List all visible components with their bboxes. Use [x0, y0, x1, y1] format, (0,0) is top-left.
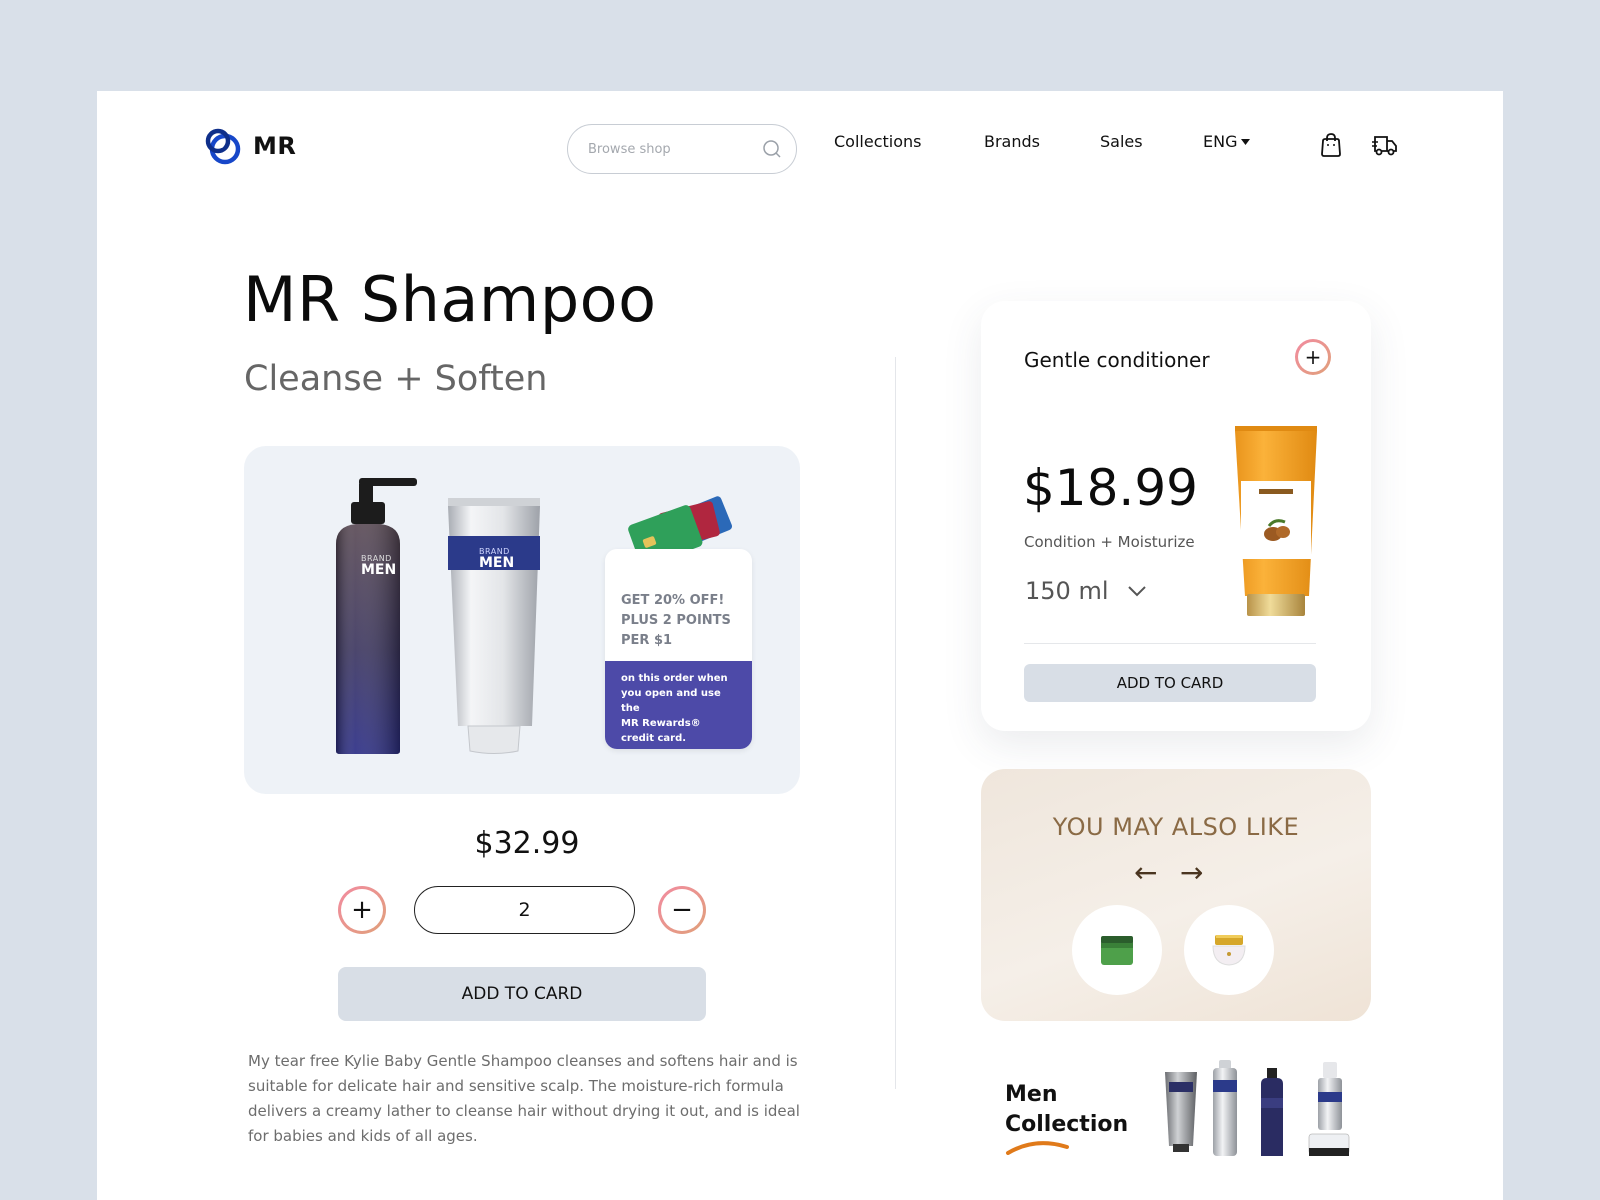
- recommended-item-green-jar[interactable]: [1072, 905, 1162, 995]
- recommended-item-cream-jar[interactable]: [1184, 905, 1274, 995]
- nav-brands[interactable]: Brands: [984, 132, 1040, 151]
- conditioner-product-image: [1235, 426, 1317, 616]
- logo[interactable]: MR: [203, 126, 296, 166]
- men-collection-line2: Collection: [1005, 1112, 1129, 1137]
- product-description: My tear free Kylie Baby Gentle Shampoo c…: [248, 1052, 800, 1145]
- shampoo-bottle-image: [336, 478, 417, 754]
- product-price: $32.99: [474, 826, 580, 861]
- delivery-truck-icon[interactable]: [1372, 132, 1398, 158]
- nav-collections[interactable]: Collections: [834, 132, 921, 151]
- arrow-left-icon[interactable]: ←: [1134, 859, 1157, 887]
- arrow-right-icon[interactable]: →: [1180, 859, 1203, 887]
- conditioner-tube-image: [448, 498, 540, 754]
- promo-detail-line: MR Rewards®: [621, 718, 701, 729]
- tube-name-label: MEN: [479, 555, 515, 571]
- caret-down-icon: [1241, 138, 1251, 145]
- bottle-name-label: MEN: [361, 562, 397, 578]
- quantity-input[interactable]: [414, 886, 635, 934]
- promo-detail-line: you open and use the: [621, 688, 721, 714]
- promo-headline-line: PER $1: [621, 633, 673, 648]
- page-card: MR Collections Brands Sales ENG MR Shamp…: [97, 91, 1503, 1200]
- recommendations-title: YOU MAY ALSO LIKE: [1052, 813, 1300, 841]
- language-label: ENG: [1203, 132, 1238, 151]
- size-selector[interactable]: 150 ml: [1025, 577, 1147, 605]
- search-input[interactable]: [588, 141, 748, 157]
- promo-detail-line: credit card.: [621, 733, 687, 744]
- minus-icon: −: [661, 889, 703, 931]
- promo-headline: GET 20% OFF! PLUS 2 POINTS PER $1: [605, 549, 752, 661]
- quantity-increase-button[interactable]: +: [338, 886, 386, 934]
- logo-mark-icon: [205, 128, 241, 165]
- conditioner-subtitle: Condition + Moisturize: [1024, 533, 1195, 551]
- cream-jar-icon: [1212, 935, 1246, 966]
- promo-headline-line: GET 20% OFF!: [621, 593, 725, 608]
- search-box[interactable]: [567, 124, 797, 174]
- product-hero-image: BRAND MEN BRAND MEN GET 20% OFF! PLUS 2 …: [244, 446, 800, 794]
- plus-icon: +: [341, 889, 383, 931]
- chevron-down-icon: [1128, 585, 1147, 596]
- promo-headline-line: PLUS 2 POINTS: [621, 613, 731, 628]
- conditioner-add-button[interactable]: +: [1295, 339, 1331, 375]
- language-selector[interactable]: ENG: [1203, 132, 1251, 151]
- conditioner-card: Gentle conditioner + $18.99 Condition + …: [981, 301, 1371, 731]
- card-divider: [1024, 643, 1316, 644]
- promo-detail: on this order when you open and use the …: [605, 661, 752, 749]
- men-collection-products-image[interactable]: [1163, 1058, 1363, 1158]
- green-jar-icon: [1101, 936, 1133, 965]
- quantity-decrease-button[interactable]: −: [658, 886, 706, 934]
- logo-text: MR: [253, 132, 297, 160]
- men-collection-title[interactable]: Men Collection: [1005, 1080, 1128, 1140]
- men-collection-line1: Men: [1005, 1082, 1058, 1107]
- conditioner-add-to-cart-button[interactable]: ADD TO CARD: [1024, 664, 1316, 702]
- product-subtitle: Cleanse + Soften: [244, 359, 548, 399]
- promo-detail-line: on this order when: [621, 673, 728, 684]
- nav-sales[interactable]: Sales: [1100, 132, 1143, 151]
- size-value: 150 ml: [1025, 577, 1109, 605]
- swoosh-underline-icon: [1006, 1141, 1069, 1155]
- conditioner-price: $18.99: [1023, 459, 1198, 517]
- column-divider: [895, 357, 896, 1089]
- shopping-bag-icon[interactable]: [1319, 132, 1343, 158]
- plus-icon: +: [1298, 342, 1328, 372]
- conditioner-title: Gentle conditioner: [1024, 348, 1210, 372]
- recommendations-card: YOU MAY ALSO LIKE ← →: [981, 769, 1371, 1021]
- add-to-cart-button[interactable]: ADD TO CARD: [338, 967, 706, 1021]
- search-icon[interactable]: [762, 139, 782, 159]
- product-title: MR Shampoo: [243, 263, 657, 336]
- promo-card[interactable]: GET 20% OFF! PLUS 2 POINTS PER $1 on thi…: [605, 549, 752, 749]
